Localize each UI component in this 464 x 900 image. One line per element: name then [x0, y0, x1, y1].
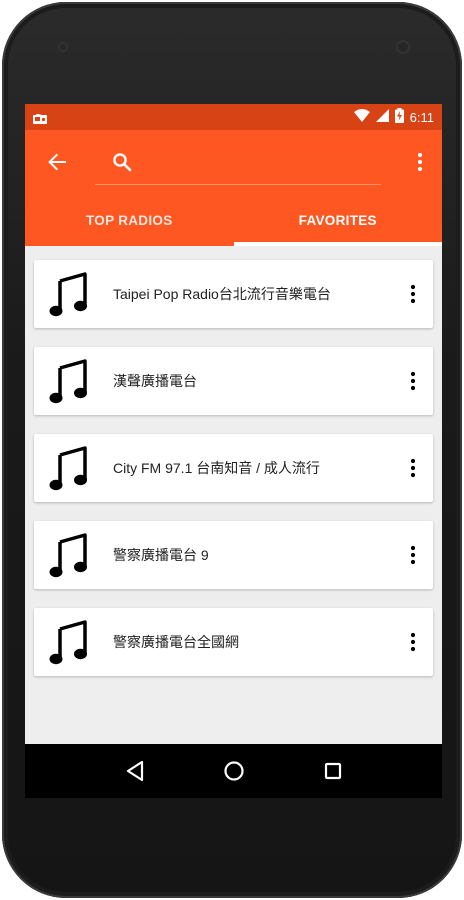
list-item[interactable]: 警察廣播電台 9 [34, 521, 433, 589]
station-name: 漢聲廣播電台 [113, 373, 197, 389]
item-more-button[interactable] [405, 541, 421, 569]
music-note-icon [47, 618, 91, 666]
overflow-menu-button[interactable] [408, 148, 432, 176]
list-item[interactable]: 警察廣播電台全國網 [34, 608, 433, 676]
app-bar: TOP RADIOS FAVORITES [25, 130, 442, 246]
favorites-list: Taipei Pop Radio台北流行音樂電台 漢聲廣播電台 City FM … [25, 246, 442, 676]
status-bar: 6:11 [25, 104, 442, 130]
item-more-button[interactable] [405, 454, 421, 482]
item-more-button[interactable] [405, 628, 421, 656]
more-vert-icon [410, 458, 416, 478]
nav-home-button[interactable] [219, 756, 249, 786]
more-vert-icon [417, 152, 423, 172]
system-nav-bar [25, 744, 442, 798]
more-vert-icon [410, 632, 416, 652]
search-input[interactable] [143, 148, 383, 178]
search-underline [95, 184, 381, 185]
music-note-icon [47, 444, 91, 492]
item-more-button[interactable] [405, 367, 421, 395]
tab-top-radios[interactable]: TOP RADIOS [25, 194, 234, 246]
signal-icon [375, 109, 389, 125]
item-more-button[interactable] [405, 280, 421, 308]
toolbar [25, 130, 442, 194]
back-button[interactable] [43, 148, 71, 176]
music-note-icon [47, 270, 91, 318]
station-name: Taipei Pop Radio台北流行音樂電台 [113, 286, 331, 302]
station-name: 警察廣播電台全國網 [113, 634, 239, 650]
home-icon [223, 761, 244, 781]
battery-charging-icon [394, 108, 404, 126]
nav-recents-button[interactable] [318, 756, 348, 786]
app-screen: 6:11 TOP RADIOS FAVORITES Taipei Pop Rad… [25, 104, 442, 798]
tab-favorites[interactable]: FAVORITES [233, 194, 443, 246]
search-icon [113, 153, 132, 172]
recents-icon [324, 762, 341, 780]
more-vert-icon [410, 284, 416, 304]
arrow-back-icon [48, 153, 66, 171]
wifi-icon [353, 109, 370, 125]
list-item[interactable]: 漢聲廣播電台 [34, 347, 433, 415]
music-note-icon [47, 357, 91, 405]
list-item[interactable]: Taipei Pop Radio台北流行音樂電台 [34, 260, 433, 328]
phone-frame: 6:11 TOP RADIOS FAVORITES Taipei Pop Rad… [2, 2, 462, 898]
phone-sensor [58, 42, 68, 52]
list-item[interactable]: City FM 97.1 台南知音 / 成人流行 [34, 434, 433, 502]
radio-icon [33, 112, 47, 124]
music-note-icon [47, 531, 91, 579]
search-button[interactable] [109, 149, 135, 175]
station-name: 警察廣播電台 9 [113, 547, 209, 563]
phone-speaker [180, 28, 288, 34]
back-icon [126, 760, 143, 782]
more-vert-icon [410, 371, 416, 391]
station-name: City FM 97.1 台南知音 / 成人流行 [113, 460, 320, 476]
more-vert-icon [410, 545, 416, 565]
tab-bar: TOP RADIOS FAVORITES [25, 194, 442, 246]
nav-back-button[interactable] [120, 756, 150, 786]
status-time: 6:11 [409, 109, 434, 125]
phone-camera [396, 40, 410, 54]
